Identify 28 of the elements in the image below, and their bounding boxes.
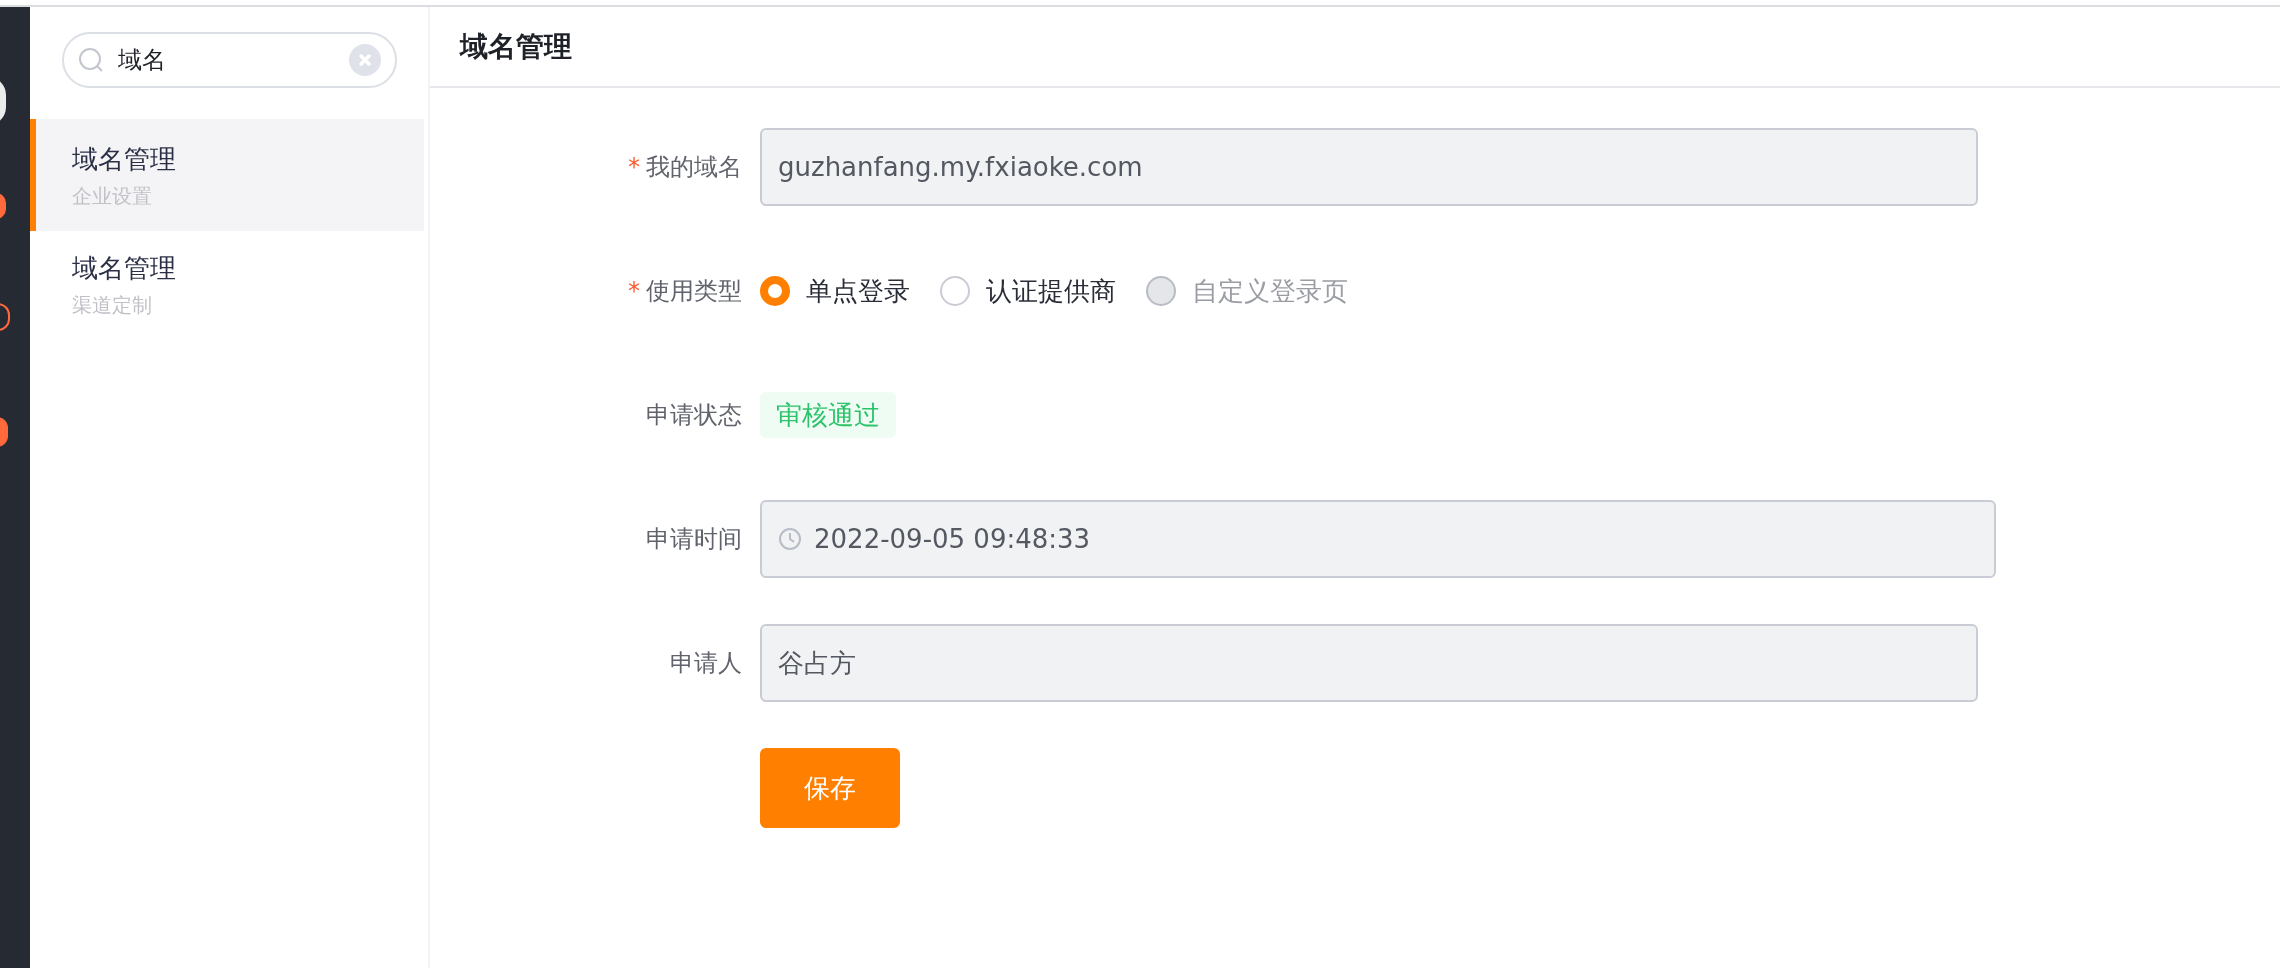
required-mark: * [628, 152, 640, 183]
search-field[interactable]: 域名 [62, 32, 397, 88]
radio-option[interactable]: 认证提供商 [940, 271, 1116, 311]
radio-option[interactable]: 单点登录 [760, 271, 910, 311]
clear-icon[interactable] [349, 44, 381, 76]
page-title: 域名管理 [460, 28, 572, 65]
time-field[interactable]: 2022-09-05 09:48:33 [760, 500, 1996, 578]
search-icon [78, 47, 104, 73]
item-subtitle: 渠道定制 [72, 291, 153, 319]
field-label: 使用类型 [646, 276, 742, 307]
text-field[interactable]: 谷占方 [760, 624, 1978, 702]
field-value: 2022-09-05 09:48:33 [814, 522, 1091, 556]
field-value: 谷占方 [778, 646, 856, 680]
status-tag: 审核通过 [760, 392, 896, 438]
field-label: 申请人 [670, 648, 742, 679]
field-value: guzhanfang.my.fxiaoke.com [778, 150, 1143, 184]
item-title: 域名管理 [72, 142, 177, 176]
radio-button[interactable] [940, 276, 970, 306]
radio-button[interactable] [760, 276, 790, 306]
sidebar-item[interactable]: 域名管理 渠道定制 [30, 231, 424, 337]
required-mark: * [628, 276, 640, 307]
field-label: 申请状态 [646, 400, 742, 431]
text-field[interactable]: guzhanfang.my.fxiaoke.com [760, 128, 1978, 206]
search-value: 域名 [118, 45, 167, 76]
item-title: 域名管理 [72, 251, 177, 285]
clock-icon [778, 527, 802, 551]
field-label: 我的域名 [646, 152, 742, 183]
field-label: 申请时间 [646, 524, 742, 555]
